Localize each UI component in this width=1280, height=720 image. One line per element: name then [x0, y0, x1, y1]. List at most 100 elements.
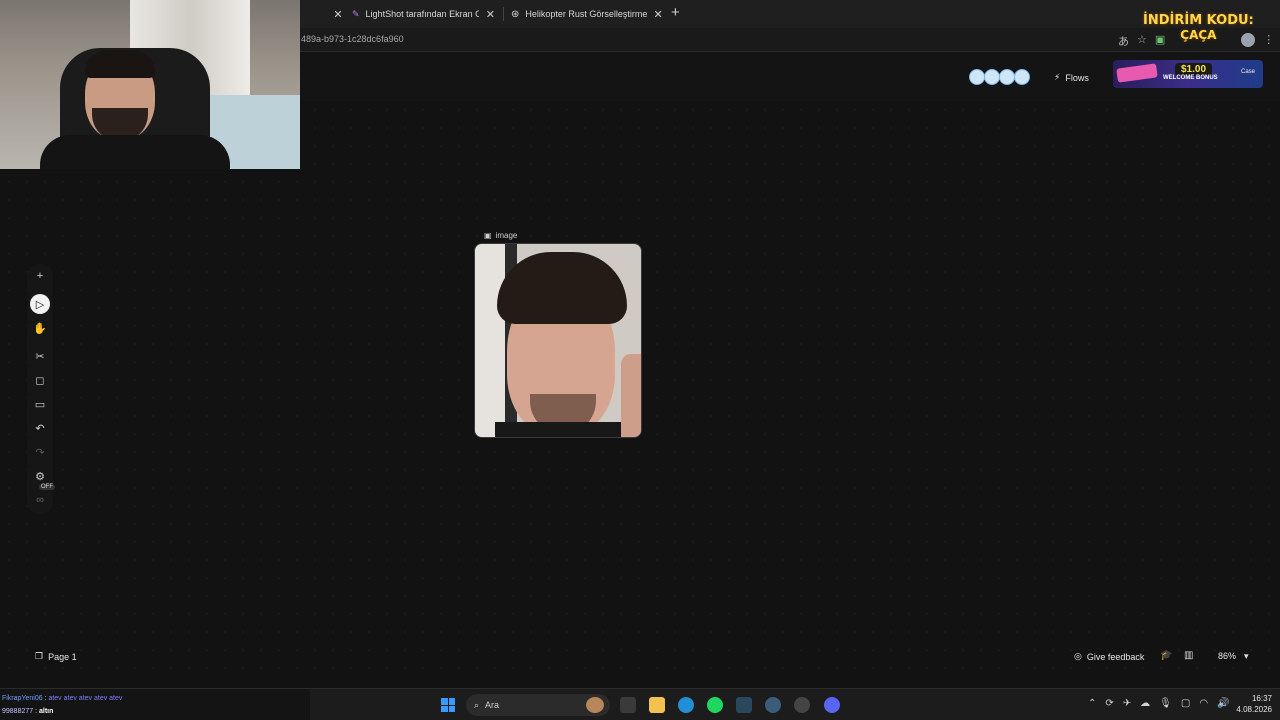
microphone-icon[interactable]: 🎙	[1159, 698, 1172, 709]
feedback-icon: ◎	[1074, 651, 1082, 661]
chat-username: 99888277	[2, 708, 34, 715]
promo-code-overlay: İNDİRİM KODU: ÇAÇA	[1143, 13, 1254, 43]
translate-icon[interactable]: あ	[1118, 33, 1129, 49]
wifi-icon[interactable]: ◠	[1199, 698, 1208, 709]
chat-line: FikrapYeni06 : atev atev atev atev atev	[2, 695, 123, 702]
taskbar-search[interactable]: ⌕ Ara	[466, 694, 610, 716]
lightning-icon: ⚡	[1054, 72, 1061, 82]
task-view-icon[interactable]	[620, 697, 636, 713]
give-feedback-button[interactable]: ◎ Give feedback	[1074, 651, 1144, 662]
comment-tool-button[interactable]: ▭	[30, 394, 50, 414]
steam-tray-icon[interactable]: ✈	[1123, 698, 1131, 709]
chevron-down-icon: ▾	[1244, 651, 1249, 661]
tutorial-icon[interactable]: 🎓	[1160, 650, 1172, 661]
chat-message: altın	[39, 708, 54, 715]
chat-username: FikrapYeni06	[2, 695, 43, 702]
stream-chat-overlay: FikrapYeni06 : atev atev atev atev atev …	[2, 692, 122, 718]
webcam-overlay	[0, 0, 300, 169]
frame-icon: ◻	[35, 374, 45, 387]
webcam-body	[40, 135, 230, 169]
banner-bonus: WELCOME BONUS	[1163, 75, 1218, 81]
spotify-icon[interactable]	[707, 697, 723, 713]
page-selector[interactable]: ❐ Page 1	[35, 651, 77, 662]
scissors-icon: ✂	[35, 350, 45, 363]
start-button[interactable]	[441, 698, 455, 712]
tab-divider	[503, 7, 504, 21]
cloud-icon[interactable]: ☁	[1140, 698, 1150, 709]
search-placeholder: Ara	[485, 700, 500, 710]
map-icon[interactable]: ▥	[1184, 650, 1193, 661]
tab-lightshot[interactable]: ✎ LightShot tarafından Ekran Görünt ✕	[346, 3, 502, 25]
search-highlight-icon	[586, 697, 604, 713]
banner-gun-graphic	[1116, 63, 1158, 83]
clock-time: 16:37	[1251, 694, 1272, 703]
frame-tool-button[interactable]: ◻	[30, 370, 50, 390]
discord-icon[interactable]	[824, 697, 840, 713]
system-tray: ⌃ ⟳ ✈ ☁ 🎙 ▢ ◠ 🔊	[1088, 698, 1230, 709]
url-text[interactable]: 489a-b973-1c28dc6fa960	[301, 34, 404, 44]
promo-code-title: İNDİRİM KODU:	[1143, 13, 1254, 28]
steam-icon[interactable]	[736, 697, 752, 713]
promo-banner: $1.00 WELCOME BONUS Case	[1113, 60, 1263, 88]
feedback-label: Give feedback	[1086, 651, 1145, 662]
file-explorer-icon[interactable]	[649, 697, 665, 713]
image-node[interactable]	[474, 243, 642, 438]
flows-button[interactable]: ⚡ Flows	[1054, 72, 1089, 83]
new-tab-button[interactable]: +	[671, 4, 680, 21]
left-toolbar: + ▷ ✋ ✂ ◻ ▭ ↶ ↷ ⚙ OFF ∞	[27, 264, 55, 514]
hand-tool-button[interactable]: ✋	[30, 318, 50, 338]
chat-message: atev atev atev atev atev	[48, 695, 123, 702]
tab-helikopter[interactable]: ⊛ Helikopter Rust Görselleştirme ✕	[505, 3, 665, 25]
gear-icon: ⚙	[35, 470, 45, 483]
avatar[interactable]	[984, 69, 1000, 85]
tab-title: LightShot tarafından Ekran Görünt	[365, 9, 479, 19]
undo-button[interactable]: ↶	[30, 418, 50, 438]
settings-button[interactable]: ⚙	[30, 466, 50, 486]
cursor-icon: ▷	[35, 298, 45, 311]
zoom-control[interactable]: 86% ▾	[1218, 651, 1249, 662]
close-icon[interactable]: ✕	[653, 8, 662, 21]
chat-line: 99888277 : altın	[2, 708, 54, 715]
banner-brand: Case	[1240, 69, 1255, 75]
avatar[interactable]	[969, 69, 985, 85]
photo-hair	[497, 252, 627, 324]
avatar[interactable]	[999, 69, 1015, 85]
close-icon[interactable]: ✕	[485, 8, 496, 21]
link-icon: ∞	[36, 494, 44, 506]
image-icon: ▣	[484, 231, 492, 240]
openai-icon: ⊛	[511, 8, 520, 20]
select-tool-button[interactable]: ▷	[30, 294, 50, 314]
volume-icon[interactable]: 🔊	[1217, 698, 1229, 709]
search-icon: ⌕	[474, 699, 480, 710]
comment-icon: ▭	[34, 398, 46, 411]
clock-date: 4.08.2026	[1236, 705, 1272, 714]
redo-icon: ↷	[35, 446, 45, 459]
close-icon[interactable]: ✕	[332, 8, 344, 21]
menu-icon[interactable]: ⋮	[1263, 33, 1274, 49]
taskbar-clock[interactable]: 16:37 4.08.2026	[1232, 693, 1272, 715]
edge-icon[interactable]	[678, 697, 694, 713]
hand-icon: ✋	[33, 322, 47, 335]
windows-taskbar: ⌕ Ara ⌃ ⟳ ✈ ☁ 🎙 ▢ ◠ 🔊 16:37 4.08.2026	[0, 688, 1280, 720]
pages-icon: ❐	[35, 651, 44, 661]
redo-button[interactable]: ↷	[30, 442, 50, 462]
chatgpt-icon[interactable]	[794, 697, 810, 713]
tab-title: Helikopter Rust Görselleştirme	[525, 9, 648, 19]
sync-icon[interactable]: ⟳	[1105, 698, 1113, 709]
chevron-up-icon[interactable]: ⌃	[1088, 698, 1096, 709]
steam-app-icon[interactable]	[765, 697, 781, 713]
node-label-text: image	[495, 231, 518, 240]
add-tool-button[interactable]: +	[30, 266, 50, 286]
undo-icon: ↶	[35, 422, 45, 435]
display-icon[interactable]: ▢	[1181, 698, 1190, 709]
plus-icon: +	[36, 270, 44, 282]
link-toggle-button[interactable]: ∞	[30, 490, 50, 510]
webcam-hair	[85, 50, 155, 78]
collaborator-avatars[interactable]	[969, 69, 1030, 85]
cut-tool-button[interactable]: ✂	[30, 346, 50, 366]
photo-shirt	[495, 422, 625, 437]
flows-label: Flows	[1065, 72, 1089, 83]
node-label: ▣ image	[484, 231, 517, 240]
photo-hand	[621, 354, 641, 437]
avatar[interactable]	[1014, 69, 1030, 85]
